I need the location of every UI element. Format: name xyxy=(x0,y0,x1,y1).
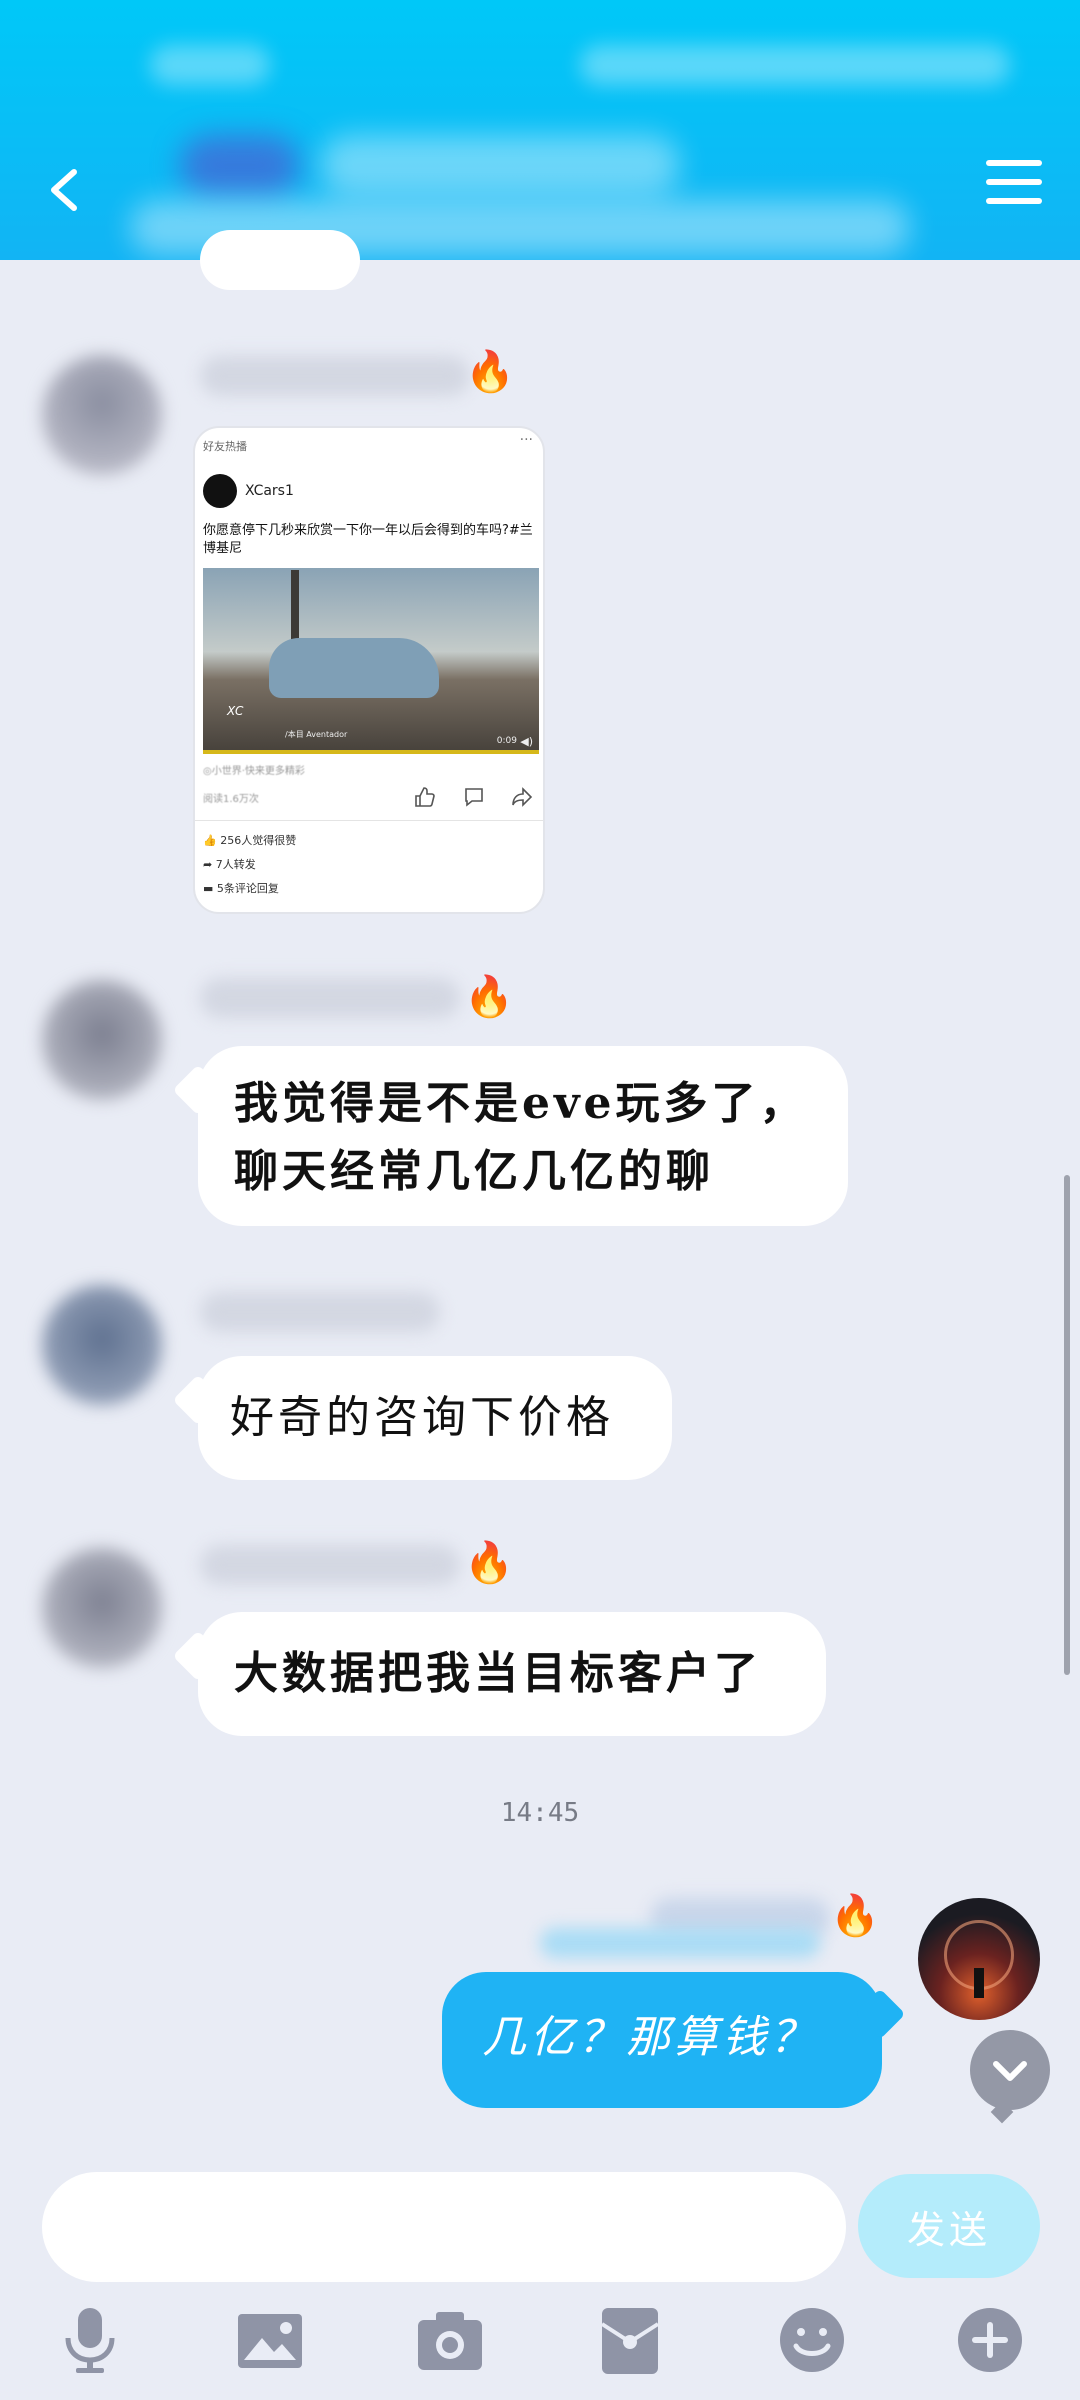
hamburger-menu-icon-line xyxy=(986,198,1042,204)
my-message-bubble[interactable]: 几亿？那算钱？ xyxy=(442,1972,882,2108)
camera-button[interactable] xyxy=(410,2300,490,2380)
more-button[interactable] xyxy=(950,2300,1030,2380)
post-comment-count: 5条评论回复 xyxy=(216,882,279,895)
chevron-down-icon xyxy=(993,2061,1027,2081)
fire-icon: 🔥 xyxy=(464,1540,514,1586)
fire-icon: 🔥 xyxy=(464,974,514,1020)
chevron-left-icon xyxy=(51,169,77,211)
video-caption: /本目 Aventador xyxy=(285,730,348,739)
video-duration: 0:09 xyxy=(496,736,517,746)
menu-button[interactable] xyxy=(986,160,1042,210)
emoji-button[interactable] xyxy=(772,2300,852,2380)
post-source-label: 好友热播 xyxy=(203,440,247,453)
message-line: 聊天经常几亿几亿的聊 xyxy=(234,1146,714,1197)
post-like-stat: 👍 256人觉得很赞 xyxy=(203,834,297,847)
my-avatar[interactable] xyxy=(918,1898,1040,2020)
post-video-thumbnail[interactable]: XC /本目 Aventador 0:09 ◀) xyxy=(203,568,539,754)
image-icon xyxy=(238,2314,302,2368)
partial-message-bubble xyxy=(200,230,360,290)
image-button[interactable] xyxy=(230,2300,310,2380)
video-watermark: XC xyxy=(227,704,244,718)
red-packet-button[interactable] xyxy=(590,2300,670,2380)
red-packet-icon xyxy=(600,2308,660,2374)
post-comment-stat: ▬ 5条评论回复 xyxy=(203,882,279,895)
message-line: 我觉得是不是eve玩多了， xyxy=(234,1078,808,1129)
post-read-count: 阅读1.6万次 xyxy=(203,794,259,805)
scrollbar[interactable] xyxy=(1064,1175,1070,1675)
sender-name-blurred xyxy=(200,1292,440,1332)
message-line: 好奇的咨询下价格 xyxy=(230,1392,614,1443)
share-icon[interactable] xyxy=(511,786,533,808)
plus-icon xyxy=(958,2308,1022,2372)
microphone-icon xyxy=(65,2308,115,2373)
chat-subtitle-blurred xyxy=(320,135,680,195)
camera-icon xyxy=(418,2312,482,2370)
hamburger-menu-icon-line xyxy=(986,179,1042,185)
chat-title-blurred xyxy=(180,135,300,195)
comment-icon[interactable] xyxy=(463,786,485,808)
post-author-avatar xyxy=(203,474,237,508)
status-icons-blurred xyxy=(580,45,1010,85)
post-author-name: XCars1 xyxy=(245,483,294,499)
voice-button[interactable] xyxy=(50,2300,130,2380)
post-divider xyxy=(195,820,543,821)
shared-post-card[interactable]: 好友热播 ··· XCars1 你愿意停下几秒来欣赏一下你一年以后会得到的车吗?… xyxy=(193,426,545,914)
sender-name-blurred xyxy=(200,978,460,1018)
my-badge-blurred xyxy=(540,1928,820,1958)
fire-icon: 🔥 xyxy=(830,1893,880,1939)
like-icon[interactable] xyxy=(413,786,435,808)
sender-avatar[interactable] xyxy=(42,1548,162,1668)
message-bubble[interactable]: 我觉得是不是eve玩多了， 聊天经常几亿几亿的聊 xyxy=(198,1046,848,1226)
message-input[interactable] xyxy=(42,2172,846,2282)
message-line: 大数据把我当目标客户了 xyxy=(234,1648,762,1699)
scroll-to-bottom-button[interactable] xyxy=(970,2030,1050,2110)
sender-avatar[interactable] xyxy=(42,980,162,1100)
post-like-count: 256人觉得很赞 xyxy=(220,834,297,847)
sender-avatar[interactable] xyxy=(42,355,162,475)
hamburger-menu-icon xyxy=(986,160,1042,166)
message-bubble[interactable]: 好奇的咨询下价格 xyxy=(198,1356,672,1480)
send-button[interactable]: 发送 xyxy=(858,2174,1040,2278)
post-more-icon[interactable]: ··· xyxy=(520,432,533,448)
back-button[interactable] xyxy=(40,160,90,220)
post-title: 你愿意停下几秒来欣赏一下你一年以后会得到的车吗?#兰博基尼 xyxy=(203,523,533,556)
message-timestamp: 14:45 xyxy=(500,1798,580,1828)
sender-name-blurred xyxy=(200,356,470,396)
sender-name-blurred xyxy=(200,1545,460,1585)
post-share-count: 7人转发 xyxy=(215,858,256,871)
message-bubble[interactable]: 大数据把我当目标客户了 xyxy=(198,1612,826,1736)
video-progress-bar xyxy=(203,750,539,754)
sender-avatar[interactable] xyxy=(42,1285,162,1405)
status-bar-blurred xyxy=(150,45,270,85)
volume-icon[interactable]: ◀) xyxy=(520,735,533,748)
thumbnail-car xyxy=(269,638,439,698)
avatar-figure xyxy=(974,1968,984,1998)
chat-header xyxy=(0,0,1080,260)
post-share-stat: ➦ 7人转发 xyxy=(203,858,256,871)
my-message-text: 几亿？那算钱？ xyxy=(482,2012,818,2063)
fire-icon: 🔥 xyxy=(465,349,515,395)
post-note: ◎小世界·快来更多精彩 xyxy=(203,766,305,777)
emoji-icon xyxy=(780,2308,844,2372)
